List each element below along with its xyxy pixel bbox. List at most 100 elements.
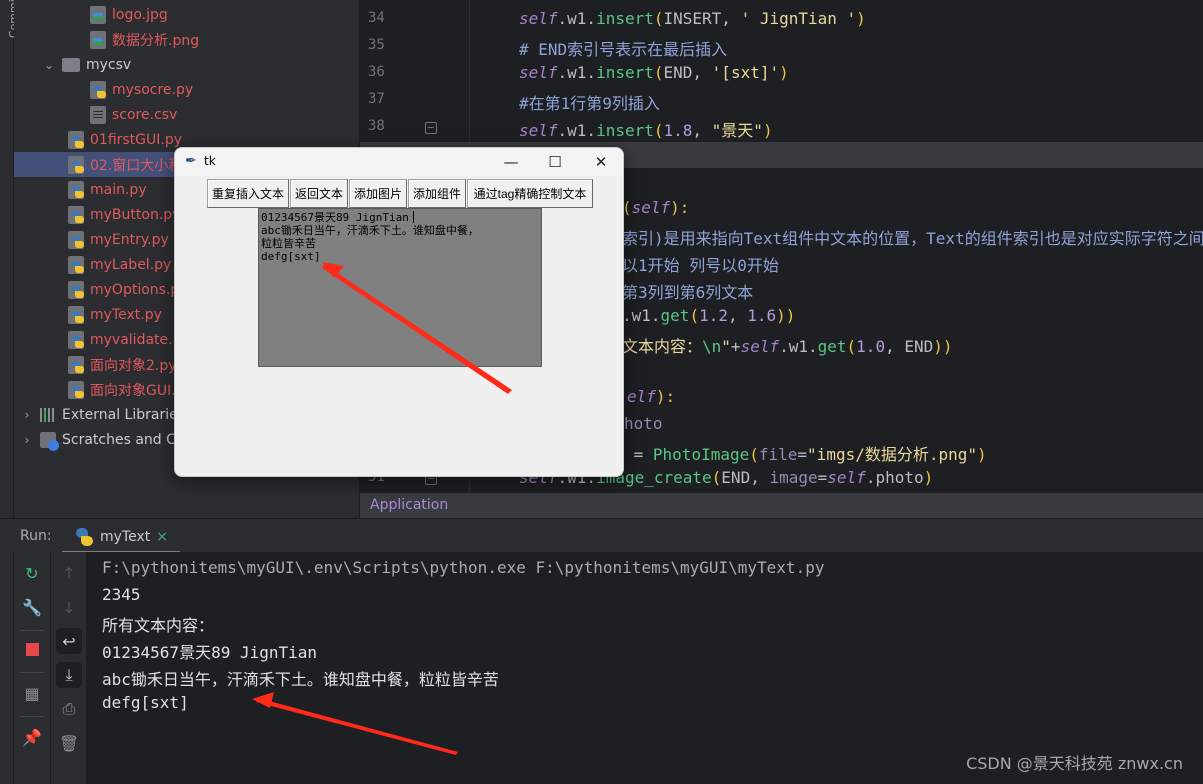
- code-line-36: self.w1.insert(END, '[sxt]'): [519, 63, 789, 82]
- line-number: 35: [368, 37, 385, 53]
- chevron-right-icon[interactable]: ›: [20, 408, 34, 422]
- tree-item-label: 01firstGUI.py: [90, 131, 183, 148]
- tree-item[interactable]: 数据分析.png: [14, 27, 359, 52]
- console-line: defg[sxt]: [102, 693, 189, 712]
- trash-icon[interactable]: 🗑: [56, 730, 82, 756]
- tree-item-label: mycsv: [86, 56, 132, 73]
- tree-item[interactable]: mysocre.py: [14, 77, 359, 102]
- wrench-icon[interactable]: 🔧: [19, 594, 45, 620]
- minimize-button[interactable]: —: [491, 150, 531, 174]
- python-file-icon: [68, 330, 84, 349]
- tree-item[interactable]: logo.jpg: [14, 2, 359, 27]
- code-line-def2: elf):: [627, 387, 676, 406]
- scroll-to-end-icon[interactable]: ⤓: [56, 662, 82, 688]
- text-line: 粒粒皆辛苦: [261, 237, 316, 250]
- run-tab-mytext[interactable]: myText ×: [62, 523, 180, 554]
- layout-icon[interactable]: ▦: [19, 680, 45, 706]
- python-file-icon: [68, 305, 84, 324]
- run-toolbar-primary: ↻ 🔧 ▦ 📌: [14, 552, 51, 784]
- arrow-down-icon[interactable]: ↓: [56, 594, 82, 620]
- tree-item-label: myOptions.py: [90, 281, 188, 298]
- python-file-icon: [68, 155, 84, 174]
- code-line-34: self.w1.insert(INSERT, ' JignTian '): [519, 9, 866, 28]
- python-file-icon: [68, 130, 84, 149]
- python-file-icon: [68, 230, 84, 249]
- line-number: 34: [368, 10, 385, 26]
- return-text-button[interactable]: 返回文本: [290, 179, 348, 208]
- console-line: 01234567景天89 JignTian: [102, 643, 318, 662]
- tag-control-button[interactable]: 通过tag精确控制文本: [467, 179, 593, 208]
- image-file-icon: [90, 5, 106, 24]
- tk-titlebar[interactable]: ✒ tk — ☐ ✕: [175, 148, 623, 176]
- tree-item[interactable]: score.csv: [14, 102, 359, 127]
- text-file-icon: [90, 105, 106, 124]
- library-icon: [40, 407, 56, 422]
- close-tab-icon[interactable]: ×: [156, 529, 168, 545]
- run-toolbar-secondary: ↑ ↓ ↩ ⤓ ⎙ 🗑: [51, 552, 87, 784]
- fold-marker-icon[interactable]: [425, 122, 437, 134]
- tree-item[interactable]: ⌄ mycsv: [14, 52, 359, 77]
- tree-item-label: myButton.py: [90, 206, 181, 223]
- tree-item-label: 面向对象2.py: [90, 357, 177, 374]
- maximize-button[interactable]: ☐: [535, 150, 575, 174]
- console-line: abc锄禾日当午，汗滴禾下土。谁知盘中餐，粒粒皆辛苦: [102, 670, 499, 689]
- code-line-comment: 索引)是用来指向Text组件中文本的位置，Text的组件索引也是对应实际字符之间: [622, 229, 1203, 248]
- tree-item-label: main.py: [90, 181, 147, 198]
- code-line-print: 文本内容：\n"+self.w1.get(1.0, END)): [622, 337, 953, 356]
- chevron-down-icon[interactable]: ⌄: [42, 58, 56, 72]
- watermark: CSDN @景天科技苑 znwx.cn: [966, 754, 1183, 773]
- editor-breadcrumb: Application: [360, 492, 1203, 518]
- print-icon[interactable]: ⎙: [56, 696, 82, 722]
- line-number: 38: [368, 118, 385, 134]
- python-file-icon: [68, 280, 84, 299]
- rerun-icon[interactable]: ↻: [19, 560, 45, 586]
- python-file-icon: [68, 205, 84, 224]
- python-icon: [76, 528, 94, 546]
- text-line: abc锄禾日当午，汗滴禾下土。谁知盘中餐，: [261, 224, 479, 237]
- arrow-up-icon[interactable]: ↑: [56, 560, 82, 586]
- tree-item-label: 02.窗口大小和: [90, 157, 183, 174]
- repeat-insert-button[interactable]: 重复插入文本: [207, 179, 289, 208]
- python-file-icon: [68, 355, 84, 374]
- code-line-photoimage: = PhotoImage(file="imgs/数据分析.png"): [624, 445, 987, 464]
- python-file-icon: [90, 80, 106, 99]
- code-line-comment: 以1开始 列号以0开始: [622, 256, 779, 275]
- tk-app-window[interactable]: ✒ tk — ☐ ✕ 重复插入文本 返回文本 添加图片 添加组件 通过tag精确…: [174, 147, 624, 477]
- pin-icon[interactable]: 📌: [19, 724, 45, 750]
- code-line-38: self.w1.insert(1.8, "景天"): [519, 121, 773, 140]
- tree-item-label: myLabel.py: [90, 256, 172, 273]
- tree-item-label: myText.py: [90, 306, 162, 323]
- toolbar-divider: [20, 630, 44, 631]
- line-number: 37: [368, 91, 385, 107]
- tk-text-widget[interactable]: 01234567景天89 JignTian abc锄禾日当午，汗滴禾下土。谁知盘…: [258, 208, 542, 367]
- bottom-left-strip: [0, 552, 14, 784]
- close-button[interactable]: ✕: [581, 150, 621, 174]
- console-line: F:\pythonitems\myGUI\.env\Scripts\python…: [102, 558, 825, 577]
- run-panel-header: Run: myText ×: [0, 518, 1203, 554]
- tk-window-title: tk: [204, 154, 216, 168]
- text-line: defg[sxt]: [261, 250, 321, 263]
- image-file-icon: [90, 30, 106, 49]
- add-image-button[interactable]: 添加图片: [349, 179, 407, 208]
- breadcrumb-item-application[interactable]: Application: [370, 497, 448, 513]
- code-line-comment: 第3列到第6列文本: [622, 283, 754, 302]
- left-tool-strip: Commit: [0, 0, 20, 520]
- stop-icon[interactable]: [19, 636, 45, 662]
- console-line: 2345: [102, 585, 141, 604]
- line-number: 36: [368, 64, 385, 80]
- code-line-get: .w1.get(1.2, 1.6)): [622, 306, 796, 325]
- tree-item-label: logo.jpg: [112, 6, 168, 23]
- toolbar-divider: [20, 672, 44, 673]
- tree-item-label: myEntry.py: [90, 231, 169, 248]
- toolbar-divider: [20, 716, 44, 717]
- run-label: Run:: [20, 528, 52, 544]
- code-line-photo: hoto: [624, 414, 663, 433]
- add-widget-button[interactable]: 添加组件: [408, 179, 466, 208]
- soft-wrap-icon[interactable]: ↩: [56, 628, 82, 654]
- chevron-right-icon[interactable]: ›: [20, 433, 34, 447]
- text-cursor: [412, 211, 414, 223]
- tree-item-label: External Libraries: [62, 406, 185, 423]
- code-line-37: #在第1行第9列插入: [519, 94, 660, 113]
- tk-feather-icon: ✒: [185, 153, 197, 169]
- tree-item-label: 数据分析.png: [112, 32, 200, 49]
